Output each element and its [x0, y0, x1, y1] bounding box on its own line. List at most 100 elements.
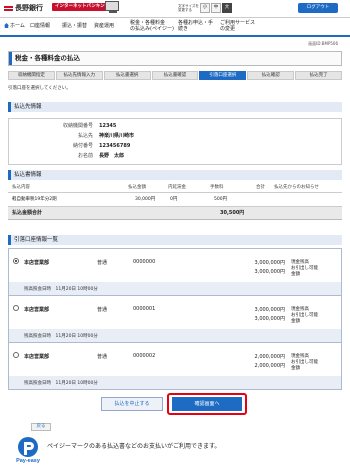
font-size-large-button[interactable]: 大 [222, 3, 232, 13]
computer-icon [105, 1, 119, 13]
font-size-small-button[interactable]: 小 [200, 3, 210, 13]
account-number: 0000001 [133, 306, 156, 312]
step-item: 払込書確認 [151, 71, 199, 80]
account-type: 普通 [97, 307, 108, 313]
column-header: 払込金額 [128, 185, 146, 190]
bill-content: 軽自動車税19年分2期 [12, 197, 57, 202]
payee-row: 払込先 神楽川県川崎市 [9, 132, 343, 141]
payee-label: 納付番号 [72, 143, 93, 149]
font-size-label: 文字サイズを 変更する [178, 4, 199, 12]
instruction-text: 引落口座を選択してください。 [8, 86, 71, 91]
main-nav: ホーム 口座情報 振込・振替 資産運用 税金・各種料金 の払込み(ペイジー) 各… [0, 17, 350, 37]
nav-applications[interactable]: 各種お申込・手 続き [178, 20, 213, 32]
bill-table: 払込内容 払込金額 内延滞金 手数料 合計 払込先からのお知らせ 軽自動車税19… [8, 183, 342, 224]
nav-transfer[interactable]: 振込・振替 [62, 23, 87, 29]
payee-value: 12345 [99, 123, 117, 129]
bill-fee: 500円 [214, 197, 228, 202]
bank-name: 長野銀行 [15, 4, 43, 12]
step-item: 払込書選択 [103, 71, 151, 80]
payee-label: 収納機関番号 [62, 123, 93, 129]
step-item: 払込完了 [295, 71, 343, 80]
payeasy-logo-icon: Pay-easy [16, 437, 41, 464]
column-header: 払込内容 [12, 185, 30, 190]
account-branch: 本店営業部 [24, 307, 50, 313]
account-radio[interactable] [13, 305, 19, 311]
bill-amount: 30,000円 [135, 197, 156, 202]
bill-section-header: 払込書情報 [8, 170, 342, 180]
payee-label: 払込先 [77, 133, 93, 139]
nav-home-label: ホーム [10, 23, 25, 29]
column-header: 合計 [256, 185, 265, 190]
account-branch: 本店営業部 [24, 260, 50, 266]
balance-label: 現金残高 [291, 354, 309, 359]
balance-timestamp: 残高照会日時 11月20日 10時00分 [24, 381, 98, 386]
payeasy-logo-text: Pay-easy [16, 458, 41, 464]
payee-value: 神楽川県川崎市 [99, 133, 135, 139]
account-option[interactable]: 本店営業部 普通 0000001 3,000,000円 現金残高 3,000,0… [8, 295, 342, 343]
column-header: 払込先からのお知らせ [274, 185, 319, 190]
back-button[interactable]: 戻る [31, 423, 51, 431]
available-label: お引出し可能 金額 [291, 360, 318, 371]
step-indicator: 収納機関指定 払込先情報入力 払込書選択 払込書確認 引落口座選択 払込確認 払… [8, 71, 343, 80]
payee-value: 長野 太郎 [99, 153, 125, 159]
payee-row: 収納機関番号 12345 [9, 122, 343, 131]
payee-label: お名前 [77, 153, 93, 159]
home-icon [4, 23, 9, 28]
account-type: 普通 [97, 354, 108, 360]
nav-home[interactable]: ホーム [4, 23, 25, 29]
account-branch: 本店営業部 [24, 354, 50, 360]
column-header: 内延滞金 [168, 185, 186, 190]
bill-table-header: 払込内容 払込金額 内延滞金 手数料 合計 払込先からのお知らせ [8, 183, 342, 193]
account-section-header: 引落口座情報一覧 [8, 235, 342, 245]
bill-total-row: 払込金額合計 30,500円 [8, 207, 342, 220]
account-number: 0000000 [133, 259, 156, 265]
bill-total-value: 30,500円 [220, 210, 245, 216]
confirm-screen-button[interactable]: 確認画面へ [172, 397, 242, 411]
bank-logo[interactable]: 長野銀行 [4, 3, 43, 13]
payee-value: 123456789 [99, 143, 131, 149]
account-available: 3,000,000円 [254, 316, 285, 322]
account-available: 2,000,000円 [254, 363, 285, 369]
step-item: 払込先情報入力 [55, 71, 103, 80]
balance-label: 現金残高 [291, 307, 309, 312]
nav-asset-management[interactable]: 資産運用 [94, 23, 114, 29]
cancel-payment-button[interactable]: 払込を中止する [101, 397, 163, 411]
nav-service-change[interactable]: ご利用サービス の変更 [220, 20, 255, 32]
nav-account-info[interactable]: 口座情報 [30, 23, 50, 29]
font-size-medium-button[interactable]: 中 [211, 3, 221, 13]
account-balance: 3,000,000円 [254, 260, 285, 266]
logout-button[interactable]: ログアウト [298, 3, 338, 13]
account-option[interactable]: 本店営業部 普通 0000002 2,000,000円 現金残高 2,000,0… [8, 342, 342, 390]
step-item: 収納機関指定 [8, 71, 55, 80]
account-radio[interactable] [13, 258, 19, 264]
bank-logo-icon [4, 4, 13, 13]
bill-late-fee: 0円 [170, 197, 178, 202]
account-type: 普通 [97, 260, 108, 266]
confirm-highlight-frame: 確認画面へ [167, 393, 247, 415]
bill-total-label: 払込金額合計 [12, 210, 43, 216]
column-header: 手数料 [210, 185, 224, 190]
balance-label: 現金残高 [291, 260, 309, 265]
screen-id: 画面ID:BMP506 [308, 41, 338, 46]
page-title: 税金・各種料金の払込 [8, 51, 342, 66]
step-item-active: 引落口座選択 [199, 71, 247, 80]
available-label: お引出し可能 金額 [291, 266, 318, 277]
account-radio[interactable] [13, 352, 19, 358]
account-available: 3,000,000円 [254, 269, 285, 275]
available-label: お引出し可能 金額 [291, 313, 318, 324]
account-balance: 2,000,000円 [254, 354, 285, 360]
internet-banking-badge: インターネットバンキング [52, 3, 113, 11]
payeasy-message: ペイジーマークのある払込書などのお支払いがご利用できます。 [47, 443, 221, 450]
account-balance: 3,000,000円 [254, 307, 285, 313]
nav-tax-payment[interactable]: 税金・各種料金 の払込み(ペイジー) [130, 20, 174, 32]
step-item: 払込確認 [247, 71, 295, 80]
balance-timestamp: 残高照会日時 11月20日 10時00分 [24, 287, 98, 292]
balance-timestamp: 残高照会日時 11月20日 10時00分 [24, 334, 98, 339]
account-details: 本店営業部 普通 0000002 2,000,000円 現金残高 2,000,0… [9, 343, 341, 376]
table-row: 軽自動車税19年分2期 30,000円 0円 500円 [8, 193, 342, 207]
payee-section-header: 払込先情報 [8, 102, 342, 112]
account-details: 本店営業部 普通 0000001 3,000,000円 現金残高 3,000,0… [9, 296, 341, 329]
payee-info-table: 収納機関番号 12345 払込先 神楽川県川崎市 納付番号 123456789 … [8, 118, 342, 165]
account-details: 本店営業部 普通 0000000 3,000,000円 現金残高 3,000,0… [9, 249, 341, 282]
account-option[interactable]: 本店営業部 普通 0000000 3,000,000円 現金残高 3,000,0… [8, 248, 342, 296]
